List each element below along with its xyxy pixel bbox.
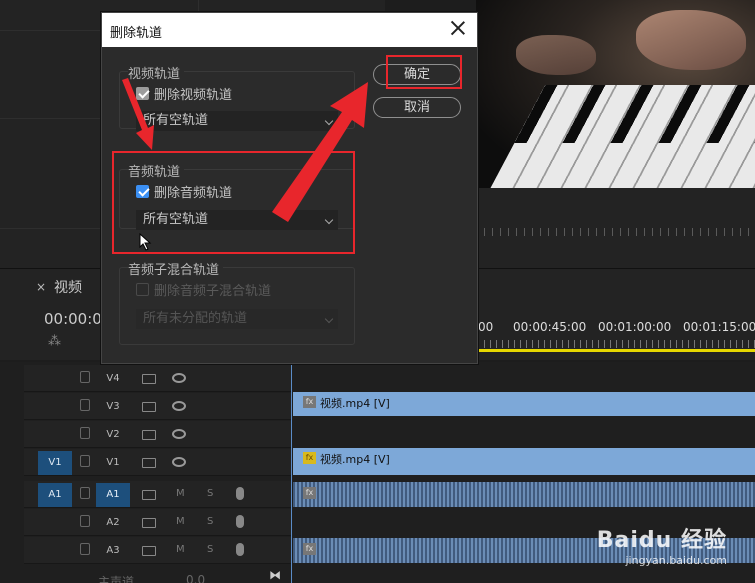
annotation-arrows xyxy=(122,78,368,222)
arrow-down-icon xyxy=(122,78,154,150)
arrow-up-right-icon xyxy=(272,82,368,222)
mouse-cursor-icon xyxy=(139,233,152,251)
